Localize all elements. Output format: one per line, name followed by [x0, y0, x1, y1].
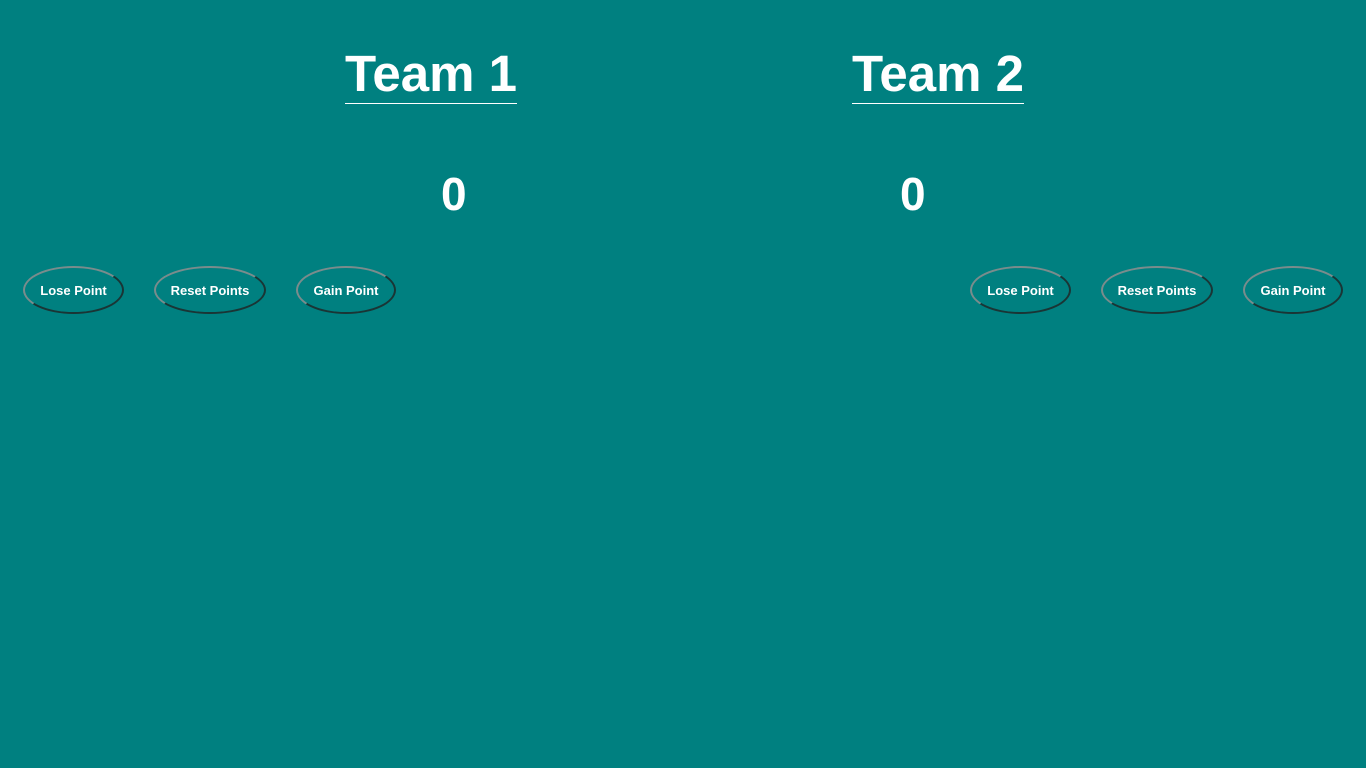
team1-title: Team 1: [345, 45, 517, 104]
team2-reset-points-button[interactable]: Reset Points: [1101, 266, 1213, 314]
team1-reset-points-button[interactable]: Reset Points: [154, 266, 266, 314]
team1-gain-point-button[interactable]: Gain Point: [296, 266, 396, 314]
team2-title: Team 2: [852, 45, 1024, 104]
scoreboard: Team 1 Team 2 0 0 Lose Point Reset Point…: [0, 0, 1366, 768]
team1-lose-point-button[interactable]: Lose Point: [23, 266, 124, 314]
team1-score: 0: [441, 168, 467, 220]
team2-lose-point-button[interactable]: Lose Point: [970, 266, 1071, 314]
team2-score: 0: [900, 168, 926, 220]
team2-gain-point-button[interactable]: Gain Point: [1243, 266, 1343, 314]
